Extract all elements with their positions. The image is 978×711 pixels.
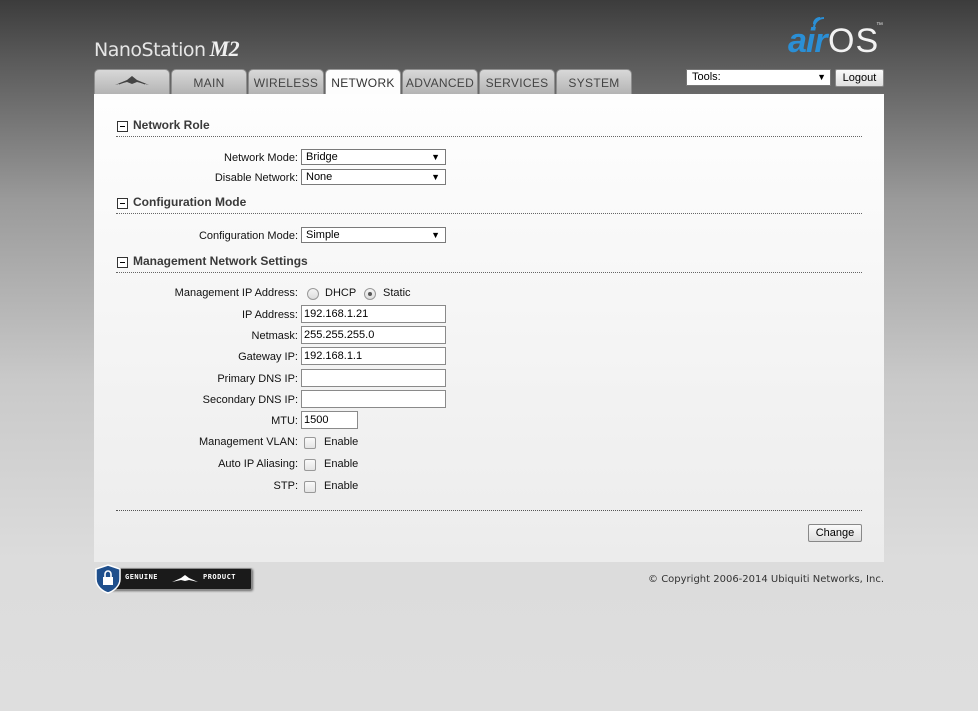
change-button[interactable]: Change [808, 524, 862, 542]
genuine-product-badge: GENUINE PRODUCT [94, 564, 252, 594]
network-mode-select[interactable]: Bridge ▼ [301, 149, 446, 165]
ip-address-field[interactable]: 192.168.1.21 [301, 305, 446, 323]
configuration-mode-select[interactable]: Simple ▼ [301, 227, 446, 243]
logo-trademark: ™ [876, 22, 883, 29]
secondary-dns-field[interactable] [301, 390, 446, 408]
tab-main[interactable]: MAIN [171, 69, 247, 94]
device-model: M2 [209, 36, 240, 61]
gateway-ip-field[interactable]: 192.168.1.1 [301, 347, 446, 365]
lock-shield-icon [95, 564, 121, 594]
tab-advanced[interactable]: ADVANCED [402, 69, 478, 94]
tab-network[interactable]: NETWORK [325, 69, 401, 95]
ubiquiti-logo-icon [172, 575, 198, 582]
ip-address-label: IP Address: [241, 309, 298, 321]
section-configuration-mode: Configuration Mode [116, 195, 862, 214]
chevron-down-icon: ▼ [431, 230, 440, 240]
network-mode-label: Network Mode: [224, 152, 298, 164]
tab-wireless[interactable]: WIRELESS [248, 69, 324, 94]
dhcp-label: DHCP [325, 287, 357, 299]
section-title: Management Network Settings [133, 254, 308, 268]
auto-ip-aliasing-label: Auto IP Aliasing: [218, 458, 298, 470]
tab-services[interactable]: SERVICES [479, 69, 555, 94]
netmask-label: Netmask: [251, 330, 298, 342]
configuration-mode-value: Simple [306, 229, 340, 241]
primary-dns-field[interactable] [301, 369, 446, 387]
section-title: Network Role [133, 118, 210, 132]
management-ip-mode-label: Management IP Address: [174, 287, 298, 299]
content-panel: Network Role Network Mode: Bridge ▼ Disa… [94, 94, 884, 562]
disable-network-label: Disable Network: [214, 172, 298, 184]
airos-logo: air OS ™ [788, 17, 888, 62]
section-management-network: Management Network Settings [116, 254, 862, 273]
ubiquiti-logo-icon [115, 76, 149, 85]
network-mode-value: Bridge [306, 151, 338, 163]
tab-system[interactable]: SYSTEM [556, 69, 632, 94]
stp-label: STP: [273, 480, 298, 492]
logo-os-text: OS [828, 22, 880, 60]
chevron-down-icon: ▼ [431, 152, 440, 162]
chevron-down-icon: ▼ [817, 72, 826, 82]
primary-dns-label: Primary DNS IP: [217, 373, 298, 385]
tools-select-value: Tools: [692, 71, 721, 83]
collapse-icon[interactable] [117, 198, 128, 209]
collapse-icon[interactable] [117, 121, 128, 132]
stp-enable-label: Enable [324, 480, 359, 492]
mtu-label: MTU: [271, 415, 298, 427]
management-vlan-checkbox[interactable] [304, 437, 316, 449]
device-name-text: NanoStation [94, 39, 206, 61]
disable-network-select[interactable]: None ▼ [301, 169, 446, 185]
management-vlan-enable-label: Enable [324, 436, 359, 448]
netmask-field[interactable]: 255.255.255.0 [301, 326, 446, 344]
badge-product-text: PRODUCT [203, 573, 237, 581]
logo-air-text: air [788, 22, 828, 60]
gateway-ip-label: Gateway IP: [238, 351, 298, 363]
auto-ip-aliasing-enable-label: Enable [324, 458, 359, 470]
secondary-dns-label: Secondary DNS IP: [202, 394, 298, 406]
configuration-mode-label: Configuration Mode: [198, 230, 298, 242]
copyright-text: © Copyright 2006-2014 Ubiquiti Networks,… [648, 574, 884, 585]
badge-plate: GENUINE PRODUCT [104, 568, 252, 590]
device-name: NanoStation M2 [94, 36, 240, 62]
section-network-role: Network Role [116, 118, 862, 137]
section-title: Configuration Mode [133, 195, 247, 209]
dhcp-radio[interactable] [307, 288, 319, 300]
static-radio[interactable] [364, 288, 376, 300]
collapse-icon[interactable] [117, 257, 128, 268]
stp-checkbox[interactable] [304, 481, 316, 493]
static-label: Static [383, 287, 411, 299]
tools-select[interactable]: Tools: ▼ [686, 69, 831, 86]
chevron-down-icon: ▼ [431, 172, 440, 182]
management-vlan-label: Management VLAN: [198, 436, 298, 448]
auto-ip-aliasing-checkbox[interactable] [304, 459, 316, 471]
tab-home[interactable] [94, 69, 170, 94]
badge-genuine-text: GENUINE [125, 573, 159, 581]
logout-button[interactable]: Logout [835, 69, 884, 87]
disable-network-value: None [306, 171, 333, 183]
mtu-field[interactable]: 1500 [301, 411, 358, 429]
divider [116, 510, 862, 511]
